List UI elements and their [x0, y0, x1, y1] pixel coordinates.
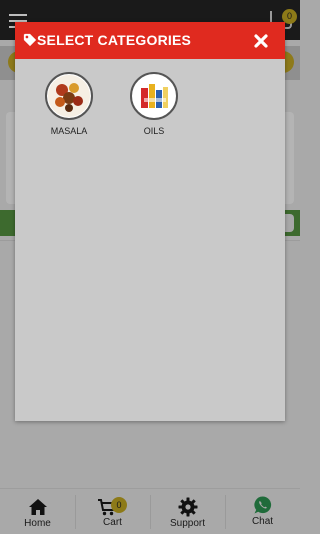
select-categories-modal: SELECT CATEGORIES MASALA OILS: [15, 22, 285, 421]
category-masala[interactable]: MASALA: [29, 72, 109, 136]
whatsapp-icon: [254, 496, 272, 514]
tag-icon: [23, 33, 37, 47]
nav-cart[interactable]: 0 Cart: [75, 489, 150, 534]
masala-spices-image: [45, 72, 93, 120]
nav-home-label: Home: [24, 518, 51, 529]
nav-chat-label: Chat: [251, 516, 274, 527]
cart-badge: 0: [111, 497, 127, 513]
modal-title: SELECT CATEGORIES: [37, 32, 192, 48]
modal-header: SELECT CATEGORIES: [15, 22, 285, 59]
home-icon: [29, 499, 47, 515]
gear-icon: [178, 497, 198, 517]
nav-support[interactable]: Support: [150, 489, 225, 534]
nav-cart-label: Cart: [103, 517, 122, 528]
category-label: MASALA: [50, 126, 88, 136]
nav-support-label: Support: [169, 518, 206, 529]
bottom-nav: Home 0 Cart Support Chat: [0, 488, 300, 534]
category-label: OILS: [143, 126, 165, 136]
category-oils[interactable]: OILS: [114, 72, 194, 136]
nav-home[interactable]: Home: [0, 489, 75, 534]
oil-bottles-image: [130, 72, 178, 120]
nav-chat[interactable]: Chat: [225, 489, 300, 534]
close-icon[interactable]: [251, 31, 271, 51]
